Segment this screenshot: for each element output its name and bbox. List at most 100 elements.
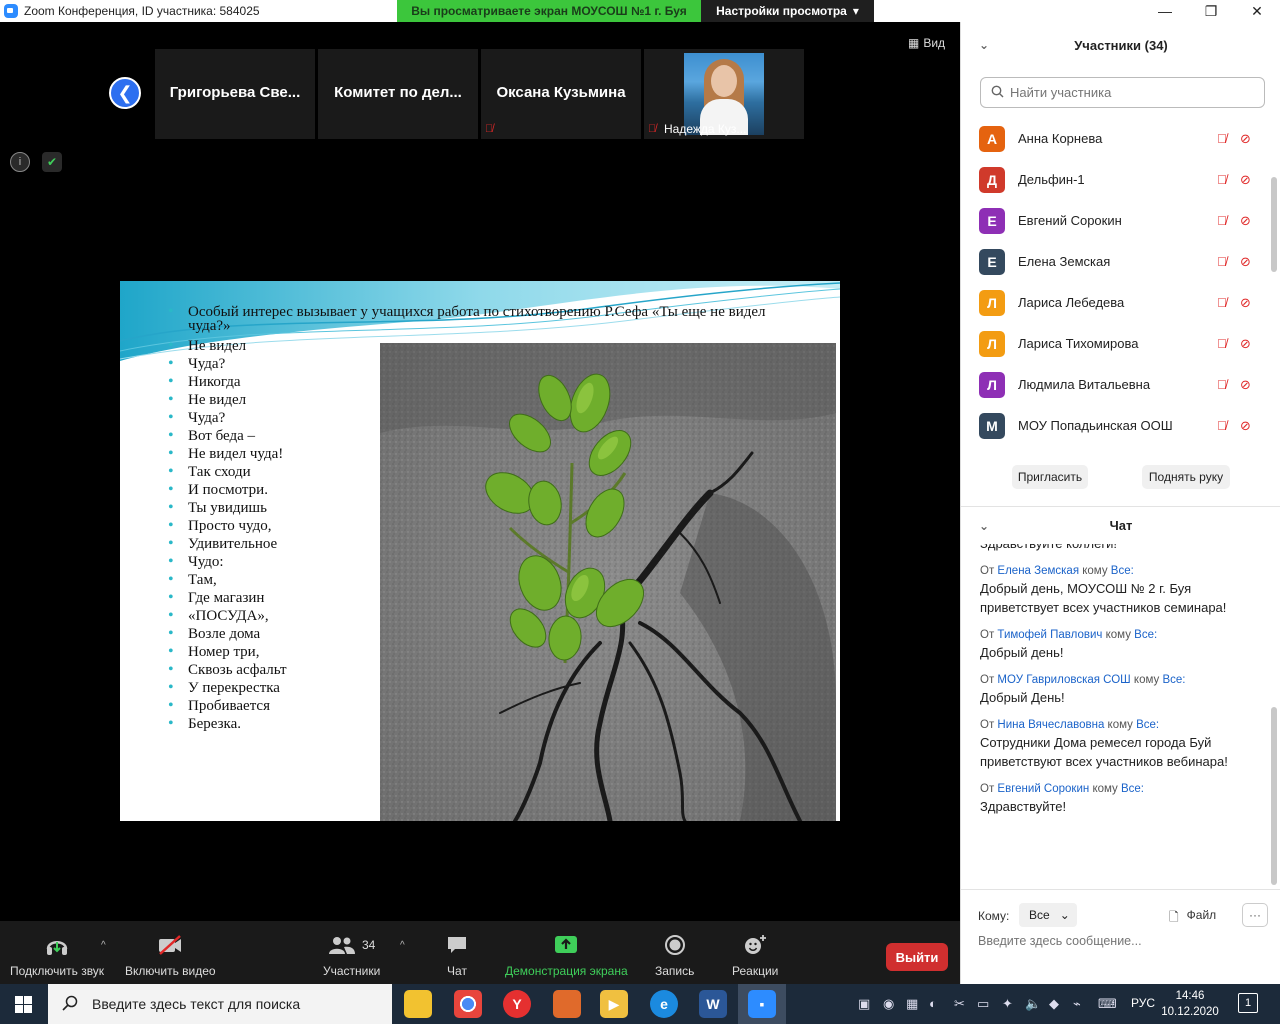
chat-sender[interactable]: Тимофей Павлович <box>997 629 1102 641</box>
to-label: кому <box>1092 783 1118 795</box>
participant-row[interactable]: А Анна Корнева 🎙̸ ⊘ <box>961 118 1271 159</box>
leave-button[interactable]: Выйти <box>886 943 948 971</box>
tray-icon[interactable]: ✦ <box>1002 996 1013 1012</box>
language-indicator[interactable]: РУС <box>1131 996 1155 1010</box>
minimize-button[interactable]: — <box>1142 0 1188 22</box>
maximize-button[interactable]: ❐ <box>1188 0 1234 22</box>
word-icon[interactable]: W <box>699 990 727 1018</box>
clock[interactable]: 14:46 10.12.2020 <box>1160 988 1220 1020</box>
view-settings-button[interactable]: Настройки просмотра ▾ <box>701 0 874 22</box>
start-video-button[interactable]: Включить видео <box>125 933 216 978</box>
to-label: кому <box>1107 719 1133 731</box>
network-icon[interactable]: ▭ <box>977 996 989 1012</box>
info-icon[interactable]: i <box>10 152 30 172</box>
from-label: От <box>980 565 995 577</box>
video-tile[interactable]: Оксана Кузьмина 🎙̸ <box>481 49 641 139</box>
chat-scrollbar[interactable] <box>1271 707 1277 885</box>
edge-icon[interactable]: e <box>650 990 678 1018</box>
notifications-icon[interactable]: 1 <box>1238 993 1258 1013</box>
reactions-button[interactable]: Реакции <box>732 933 778 978</box>
taskbar-search[interactable]: Введите здесь текст для поиска <box>48 984 392 1024</box>
zoom-icon[interactable]: ▪ <box>748 990 776 1018</box>
media-player-icon[interactable]: ▶ <box>600 990 628 1018</box>
shield-icon[interactable]: ✔ <box>42 152 62 172</box>
reactions-label: Реакции <box>732 964 779 978</box>
chrome-icon[interactable] <box>454 990 482 1018</box>
tray-icon[interactable]: ▦ <box>906 996 918 1012</box>
join-audio-label: Подключить звук <box>10 964 105 978</box>
tile-name: Оксана Кузьмина <box>496 84 626 101</box>
close-button[interactable]: ✕ <box>1234 0 1280 22</box>
participant-search[interactable] <box>980 77 1265 108</box>
chat-recipient[interactable]: Все: <box>1121 783 1144 795</box>
file-button[interactable]: 🗋 Файл <box>1169 908 1216 929</box>
participants-scrollbar[interactable] <box>1271 177 1277 272</box>
participant-search-input[interactable] <box>1010 85 1250 100</box>
headphones-icon <box>45 933 69 957</box>
volume-icon[interactable]: 🔈 <box>1025 996 1041 1012</box>
invite-button[interactable]: Пригласить <box>1012 465 1088 489</box>
chevron-down-icon[interactable]: ⌄ <box>979 38 989 52</box>
audio-options-caret[interactable]: ^ <box>101 940 106 951</box>
mic-muted-icon: 🎙̸ <box>1217 254 1227 269</box>
tray-icon[interactable]: ◆ <box>1049 996 1059 1012</box>
chat-message: От Тимофей Павлович кому Все: Добрый ден… <box>961 629 1271 662</box>
chat-message: От Елена Земская кому Все: Добрый день, … <box>961 565 1271 617</box>
participant-row[interactable]: М МОУ Попадьинская ООШ 🎙̸ ⊘ <box>961 405 1271 446</box>
file-explorer-icon[interactable] <box>404 990 432 1018</box>
participants-button[interactable]: 34 Участники <box>323 933 380 978</box>
view-button[interactable]: ▦ Вид <box>908 36 945 50</box>
chat-sender[interactable]: Елена Земская <box>997 565 1079 577</box>
avatar: Л <box>979 289 1005 316</box>
chat-sender[interactable]: Евгений Сорокин <box>997 783 1089 795</box>
view-settings-label: Настройки просмотра <box>716 4 847 18</box>
record-label: Запись <box>655 964 695 978</box>
chat-recipient[interactable]: Все: <box>1162 674 1185 686</box>
record-icon <box>664 933 686 957</box>
recipient-select[interactable]: Все ⌄ <box>1019 903 1077 927</box>
keyboard-icon[interactable]: ⌨ <box>1098 996 1117 1012</box>
previous-page-button[interactable]: ❮ <box>109 77 141 109</box>
raise-hand-button[interactable]: Поднять руку <box>1142 465 1230 489</box>
side-panel: ⌄ Участники (34) А Анна Корнева 🎙̸ ⊘ Д Д… <box>960 22 1280 984</box>
chat-recipient[interactable]: Все: <box>1136 719 1159 731</box>
chat-button[interactable]: Чат <box>446 933 468 978</box>
app-icon[interactable] <box>553 990 581 1018</box>
chevron-down-icon: ⌄ <box>1059 908 1070 922</box>
video-tile[interactable]: Комитет по дел... <box>318 49 478 139</box>
join-audio-button[interactable]: Подключить звук <box>10 933 104 978</box>
tray-icon[interactable]: ◐ <box>929 996 937 1011</box>
chat-sender[interactable]: Нина Вячеславовна <box>997 719 1104 731</box>
chat-sender[interactable]: МОУ Гавриловская СОШ <box>997 674 1130 686</box>
record-button[interactable]: Запись <box>655 933 694 978</box>
participant-row[interactable]: Д Дельфин-1 🎙̸ ⊘ <box>961 159 1271 200</box>
participant-row[interactable]: Е Елена Земская 🎙̸ ⊘ <box>961 241 1271 282</box>
participants-options-caret[interactable]: ^ <box>400 940 405 951</box>
tray-icon[interactable]: ◉ <box>883 996 894 1012</box>
participant-row[interactable]: Л Людмила Витальевна 🎙̸ ⊘ <box>961 364 1271 405</box>
participants-header: ⌄ Участники (34) <box>961 22 1280 68</box>
chat-message-input[interactable] <box>978 934 1268 948</box>
mic-muted-icon: 🎙̸ <box>1217 131 1227 146</box>
chat-message: От Евгений Сорокин кому Все: Здравствуйт… <box>961 783 1271 816</box>
chat-recipient[interactable]: Все: <box>1134 629 1157 641</box>
yandex-browser-icon[interactable]: Y <box>503 990 531 1018</box>
participant-row[interactable]: Л Лариса Лебедева 🎙̸ ⊘ <box>961 282 1271 323</box>
wifi-off-icon[interactable]: ⌁ <box>1073 996 1081 1012</box>
video-off-icon <box>157 933 183 957</box>
chat-recipient[interactable]: Все: <box>1111 565 1134 577</box>
mic-muted-icon: 🎙̸ <box>1217 213 1227 228</box>
participants-title: Участники (34) <box>1074 37 1168 53</box>
slide: Особый интерес вызывает у учащихся работ… <box>120 281 840 821</box>
video-tile[interactable]: Григорьева Све... <box>155 49 315 139</box>
participant-row[interactable]: Л Лариса Тихомирова 🎙̸ ⊘ <box>961 323 1271 364</box>
share-screen-button[interactable]: Демонстрация экрана <box>505 933 628 978</box>
zoom-tray-icon[interactable]: ▣ <box>858 996 870 1012</box>
windows-start-icon[interactable] <box>15 996 32 1013</box>
tray-icon[interactable]: ✂ <box>954 996 965 1012</box>
view-label: Вид <box>923 36 946 50</box>
video-tile[interactable]: 🎙̸ Надежда Куз... <box>644 49 804 139</box>
more-options-button[interactable]: ··· <box>1242 903 1268 927</box>
chevron-down-icon[interactable]: ⌄ <box>979 519 989 533</box>
participant-row[interactable]: Е Евгений Сорокин 🎙̸ ⊘ <box>961 200 1271 241</box>
